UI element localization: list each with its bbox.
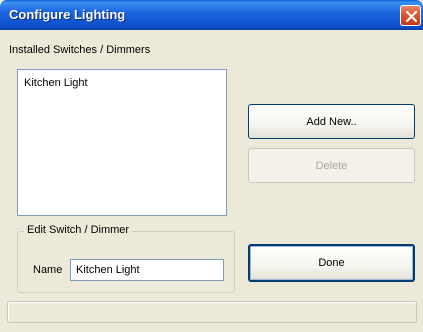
name-label: Name (33, 264, 63, 276)
done-button[interactable]: Done (248, 244, 415, 282)
status-bar (7, 301, 417, 323)
add-new-button[interactable]: Add New.. (248, 104, 415, 139)
delete-button[interactable]: Delete (248, 148, 415, 183)
title-bar[interactable]: Configure Lighting (0, 0, 423, 30)
name-input[interactable]: Kitchen Light (70, 259, 224, 281)
close-x-icon (405, 10, 418, 23)
switches-listbox[interactable]: Kitchen Light (17, 69, 227, 216)
close-button[interactable] (400, 5, 421, 26)
window-title: Configure Lighting (9, 7, 126, 22)
installed-switches-label: Installed Switches / Dimmers (9, 44, 151, 56)
dialog-body: Installed Switches / Dimmers Kitchen Lig… (0, 30, 423, 332)
edit-switch-group-label: Edit Switch / Dimmer (24, 224, 133, 236)
list-item-kitchen-light[interactable]: Kitchen Light (24, 77, 88, 89)
